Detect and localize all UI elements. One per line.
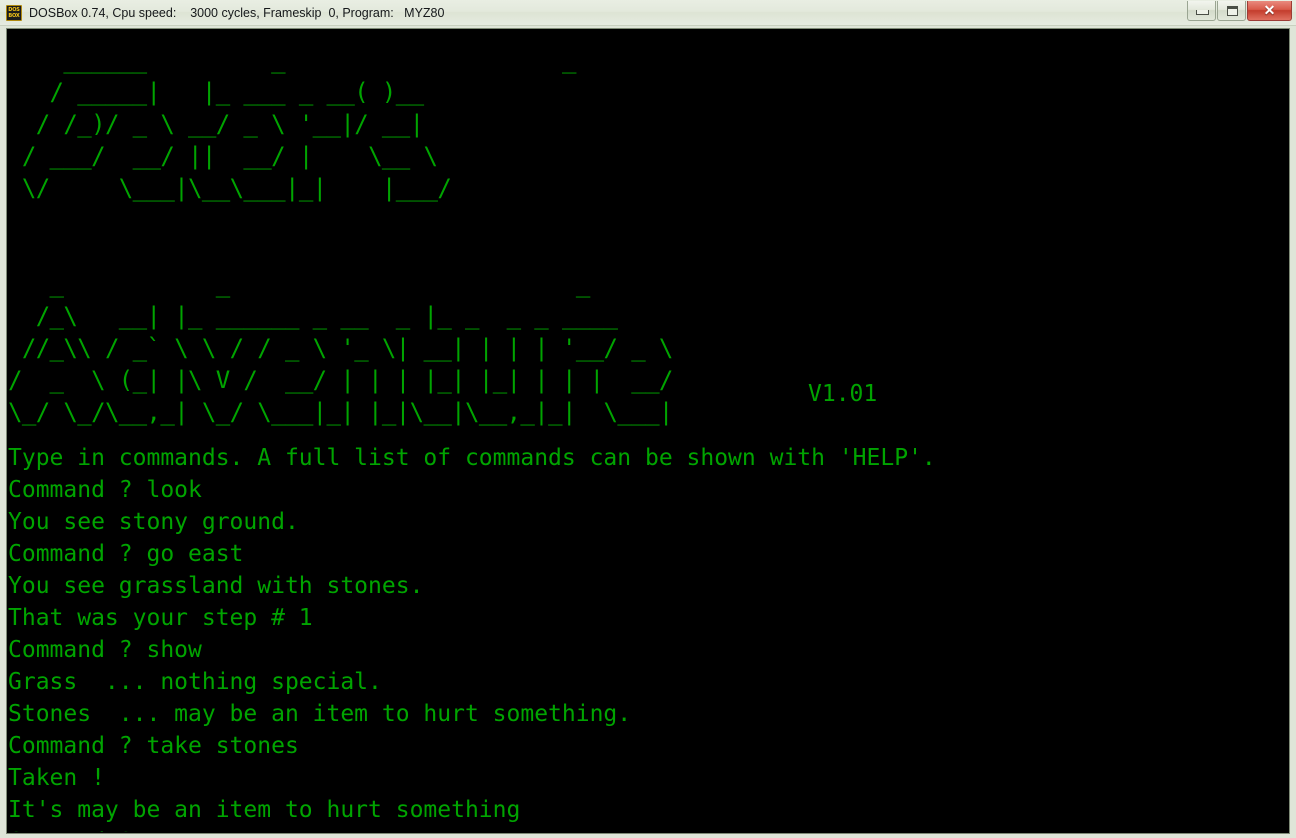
console-line: Command ? take stones [8, 733, 299, 759]
console-output: Type in commands. A full list of command… [8, 442, 1288, 832]
dosbox-icon: DOS BOX [6, 4, 22, 21]
window-titlebar[interactable]: DOS BOX DOSBox 0.74, Cpu speed: 3000 cyc… [0, 0, 1296, 26]
console-line: It's may be an item to hurt something [8, 797, 521, 823]
maximize-icon [1227, 6, 1238, 16]
ascii-banner-subtitle: _ _ _ /_\ __| |_ ______ _ __ _ |_ _ _ _ … [8, 270, 673, 426]
console-line: Grass ... nothing special. [8, 669, 382, 695]
close-icon: ✕ [1263, 2, 1276, 18]
dos-screen[interactable]: ______ _ _ / _____| |_ ___ _ __( )__ / /… [8, 30, 1288, 832]
console-line: Command ? go east_ [8, 826, 1288, 832]
minimize-button[interactable] [1187, 1, 1216, 21]
console-line: Stones ... may be an item to hurt someth… [8, 701, 632, 727]
window-title: DOSBox 0.74, Cpu speed: 3000 cycles, Fra… [29, 5, 445, 20]
console-line: Type in commands. A full list of command… [8, 445, 936, 471]
dosbox-icon-line2: BOX [8, 12, 20, 19]
maximize-button[interactable] [1217, 1, 1246, 21]
console-line: Taken ! [8, 765, 105, 791]
console-line: You see stony ground. [8, 509, 299, 535]
minimize-icon [1196, 10, 1209, 15]
dosbox-window: DOS BOX DOSBox 0.74, Cpu speed: 3000 cyc… [0, 0, 1296, 838]
console-line: Command ? look [8, 477, 202, 503]
console-line: You see grassland with stones. [8, 573, 424, 599]
console-line: Command ? show [8, 637, 202, 663]
ascii-banner-title: ______ _ _ / _____| |_ ___ _ __( )__ / /… [21, 46, 577, 202]
console-line: Command ? go east [8, 541, 244, 567]
window-controls: ✕ [1186, 1, 1292, 23]
close-button[interactable]: ✕ [1247, 1, 1292, 21]
console-line: That was your step # 1 [8, 605, 313, 631]
version-label: V1.01 [808, 381, 878, 407]
window-body: ______ _ _ / _____| |_ ___ _ __( )__ / /… [0, 26, 1296, 838]
